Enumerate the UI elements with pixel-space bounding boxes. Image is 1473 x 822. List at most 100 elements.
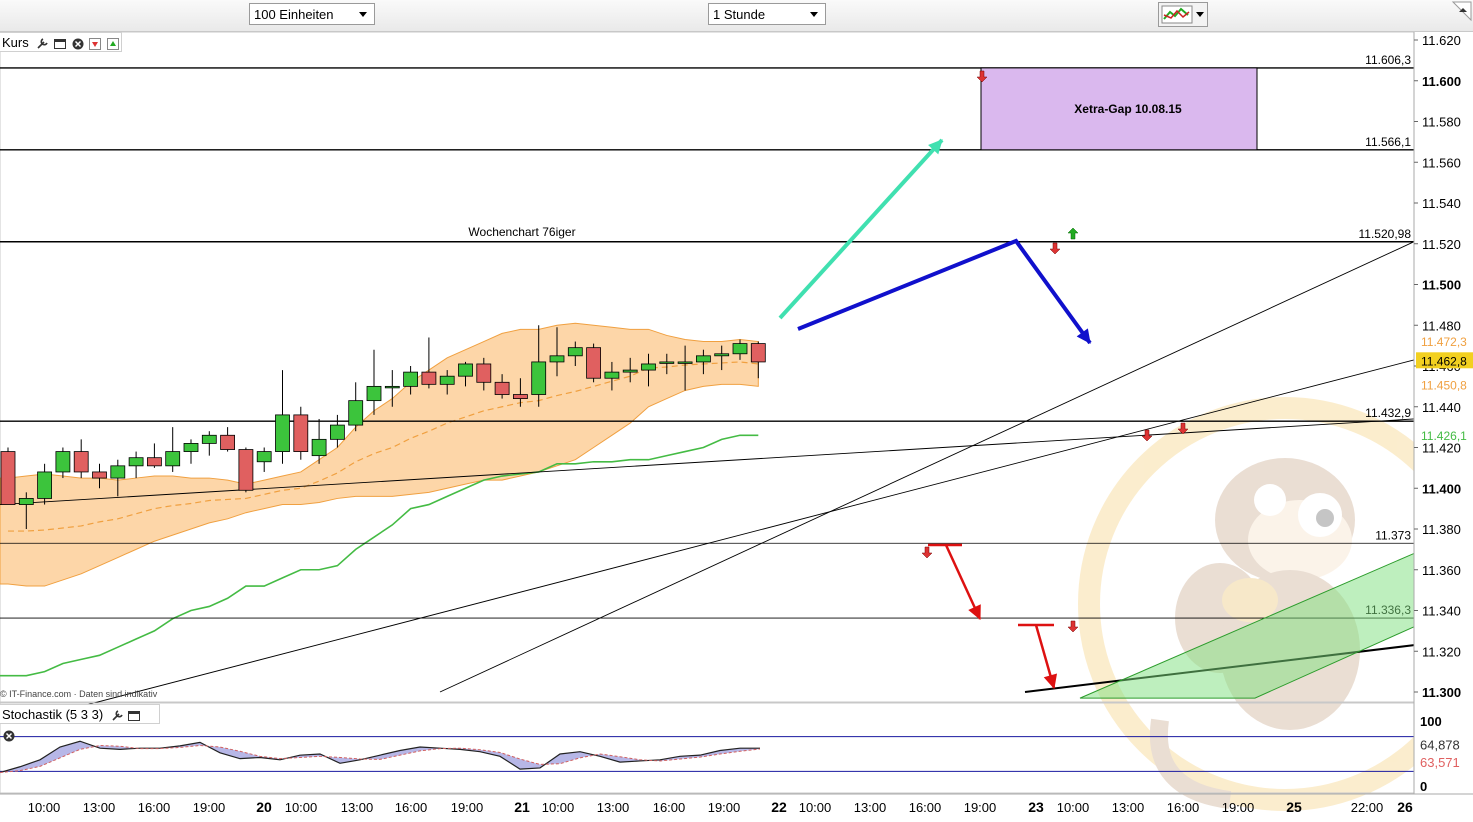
candle-body: [256, 451, 272, 463]
candle-body: [0, 451, 16, 505]
move-down-icon[interactable]: [88, 37, 102, 51]
candle-body: [165, 451, 181, 467]
y-tick-label: 11.580: [1422, 115, 1461, 130]
y-tick-label: 11.380: [1422, 522, 1461, 537]
candle-body: [549, 355, 565, 363]
candle-body: [622, 369, 638, 373]
candle-body: [421, 371, 437, 385]
x-tick-label: 16:00: [395, 800, 428, 815]
y-tick-label: 11.400: [1422, 481, 1461, 496]
close-icon[interactable]: [71, 37, 85, 51]
price-panel-label: Kurs: [2, 35, 29, 50]
x-tick-label: 26: [1397, 799, 1413, 815]
candle-body: [146, 457, 162, 467]
y-tick-label: 11.300: [1422, 685, 1461, 700]
x-tick-label: 22: [771, 799, 787, 815]
x-tick-label: 19:00: [193, 800, 226, 815]
trend-line: [0, 418, 1415, 505]
y-tick-label: 11.520: [1422, 237, 1461, 252]
candle-body: [293, 414, 309, 452]
stoch-tick-label: 63,571: [1420, 755, 1460, 770]
candle-body: [714, 353, 730, 357]
buy-signal-shape: [1067, 227, 1079, 240]
x-tick-label: 10:00: [542, 800, 575, 815]
close-icon[interactable]: [2, 729, 16, 743]
sell-signal-icon: [1049, 242, 1061, 255]
red-arrow-head: [1043, 673, 1058, 690]
x-tick-label: 16:00: [138, 800, 171, 815]
x-tick-label: 13:00: [341, 800, 374, 815]
candle-body: [220, 434, 236, 450]
price-chart[interactable]: 11.606,3 11.566,1 11.520,98 11.432,9 11.373 1…: [0, 0, 1473, 822]
candle-body: [37, 471, 52, 499]
x-tick-label: 25: [1286, 799, 1302, 815]
stoch-panel-label: Stochastik (5 3 3): [2, 707, 104, 722]
candle-body: [531, 361, 547, 395]
candle-body: [92, 471, 107, 479]
stoch-tick-label: 100: [1420, 714, 1442, 729]
candle-body: [128, 457, 144, 467]
candle-body: [732, 343, 748, 355]
candle-body: [476, 363, 492, 383]
candle-body: [55, 451, 71, 473]
window-icon[interactable]: [127, 709, 141, 723]
y-tick-label: 11.600: [1422, 74, 1461, 89]
candle-body: [567, 347, 583, 357]
x-tick-label: 19:00: [708, 800, 741, 815]
candle-body: [403, 371, 419, 387]
x-tick-label: 22:00: [1351, 800, 1384, 815]
x-tick-label: 19:00: [451, 800, 484, 815]
level-label: 11.606,3: [1365, 53, 1411, 67]
price-label: 11.472,3: [1421, 335, 1467, 349]
sell-signal-icon: [1067, 620, 1079, 633]
candle-body: [329, 424, 345, 440]
x-tick-label: 10:00: [28, 800, 61, 815]
y-tick-label: 11.360: [1422, 563, 1461, 578]
y-tick-label: 11.320: [1422, 644, 1461, 659]
candle-body: [110, 465, 126, 479]
candle-body: [238, 449, 254, 491]
buy-signal-icon: [1067, 227, 1079, 240]
gap-box-label: Xetra-Gap 10.08.15: [1074, 102, 1182, 116]
level-label: 11.373: [1375, 528, 1411, 542]
candle-body: [750, 343, 766, 363]
price-label: 11.450,8: [1421, 379, 1467, 393]
candle-body: [696, 355, 711, 363]
candle-body: [659, 361, 675, 364]
move-up-icon[interactable]: [106, 37, 120, 51]
y-tick-label: 11.340: [1422, 604, 1461, 619]
x-tick-label: 19:00: [1222, 800, 1255, 815]
sell-signal-icon: [921, 546, 933, 559]
wrench-icon[interactable]: [110, 709, 124, 723]
price-label: 11.426,1: [1421, 429, 1467, 443]
y-tick-label: 11.440: [1422, 400, 1461, 415]
candle-body: [384, 385, 400, 389]
teal-arrow: [778, 138, 944, 320]
candle-body: [677, 361, 693, 364]
candle-body: [458, 363, 473, 377]
candle-body: [586, 347, 601, 379]
y-tick-label: 11.480: [1422, 318, 1461, 333]
x-tick-label: 10:00: [799, 800, 832, 815]
x-tick-label: 13:00: [1112, 800, 1145, 815]
stoch-tick-label: 64,878: [1420, 737, 1460, 752]
copyright-note: © IT-Finance.com · Daten sind indikativ: [0, 689, 158, 699]
x-tick-label: 10:00: [1057, 800, 1090, 815]
level-label: 11.432,9: [1365, 406, 1411, 420]
level-label: 11.520,98: [1359, 227, 1412, 241]
blue-arrow: [797, 238, 1092, 345]
wrench-icon[interactable]: [35, 37, 49, 51]
candle-body: [494, 381, 510, 395]
stoch-tick-label: 0: [1420, 779, 1427, 794]
price-label: 11.462,8: [1421, 354, 1467, 368]
window-icon[interactable]: [53, 37, 67, 51]
sell-signal-shape: [1067, 620, 1079, 633]
y-tick-label: 11.500: [1422, 278, 1461, 293]
sell-signal-shape: [921, 546, 933, 559]
x-tick-label: 13:00: [83, 800, 116, 815]
candle-body: [348, 400, 364, 426]
candle-body: [275, 414, 290, 452]
x-tick-label: 23: [1028, 799, 1044, 815]
stoch-panel-header: Stochastik (5 3 3): [0, 704, 160, 742]
price-panel-header: Kurs: [0, 32, 122, 52]
